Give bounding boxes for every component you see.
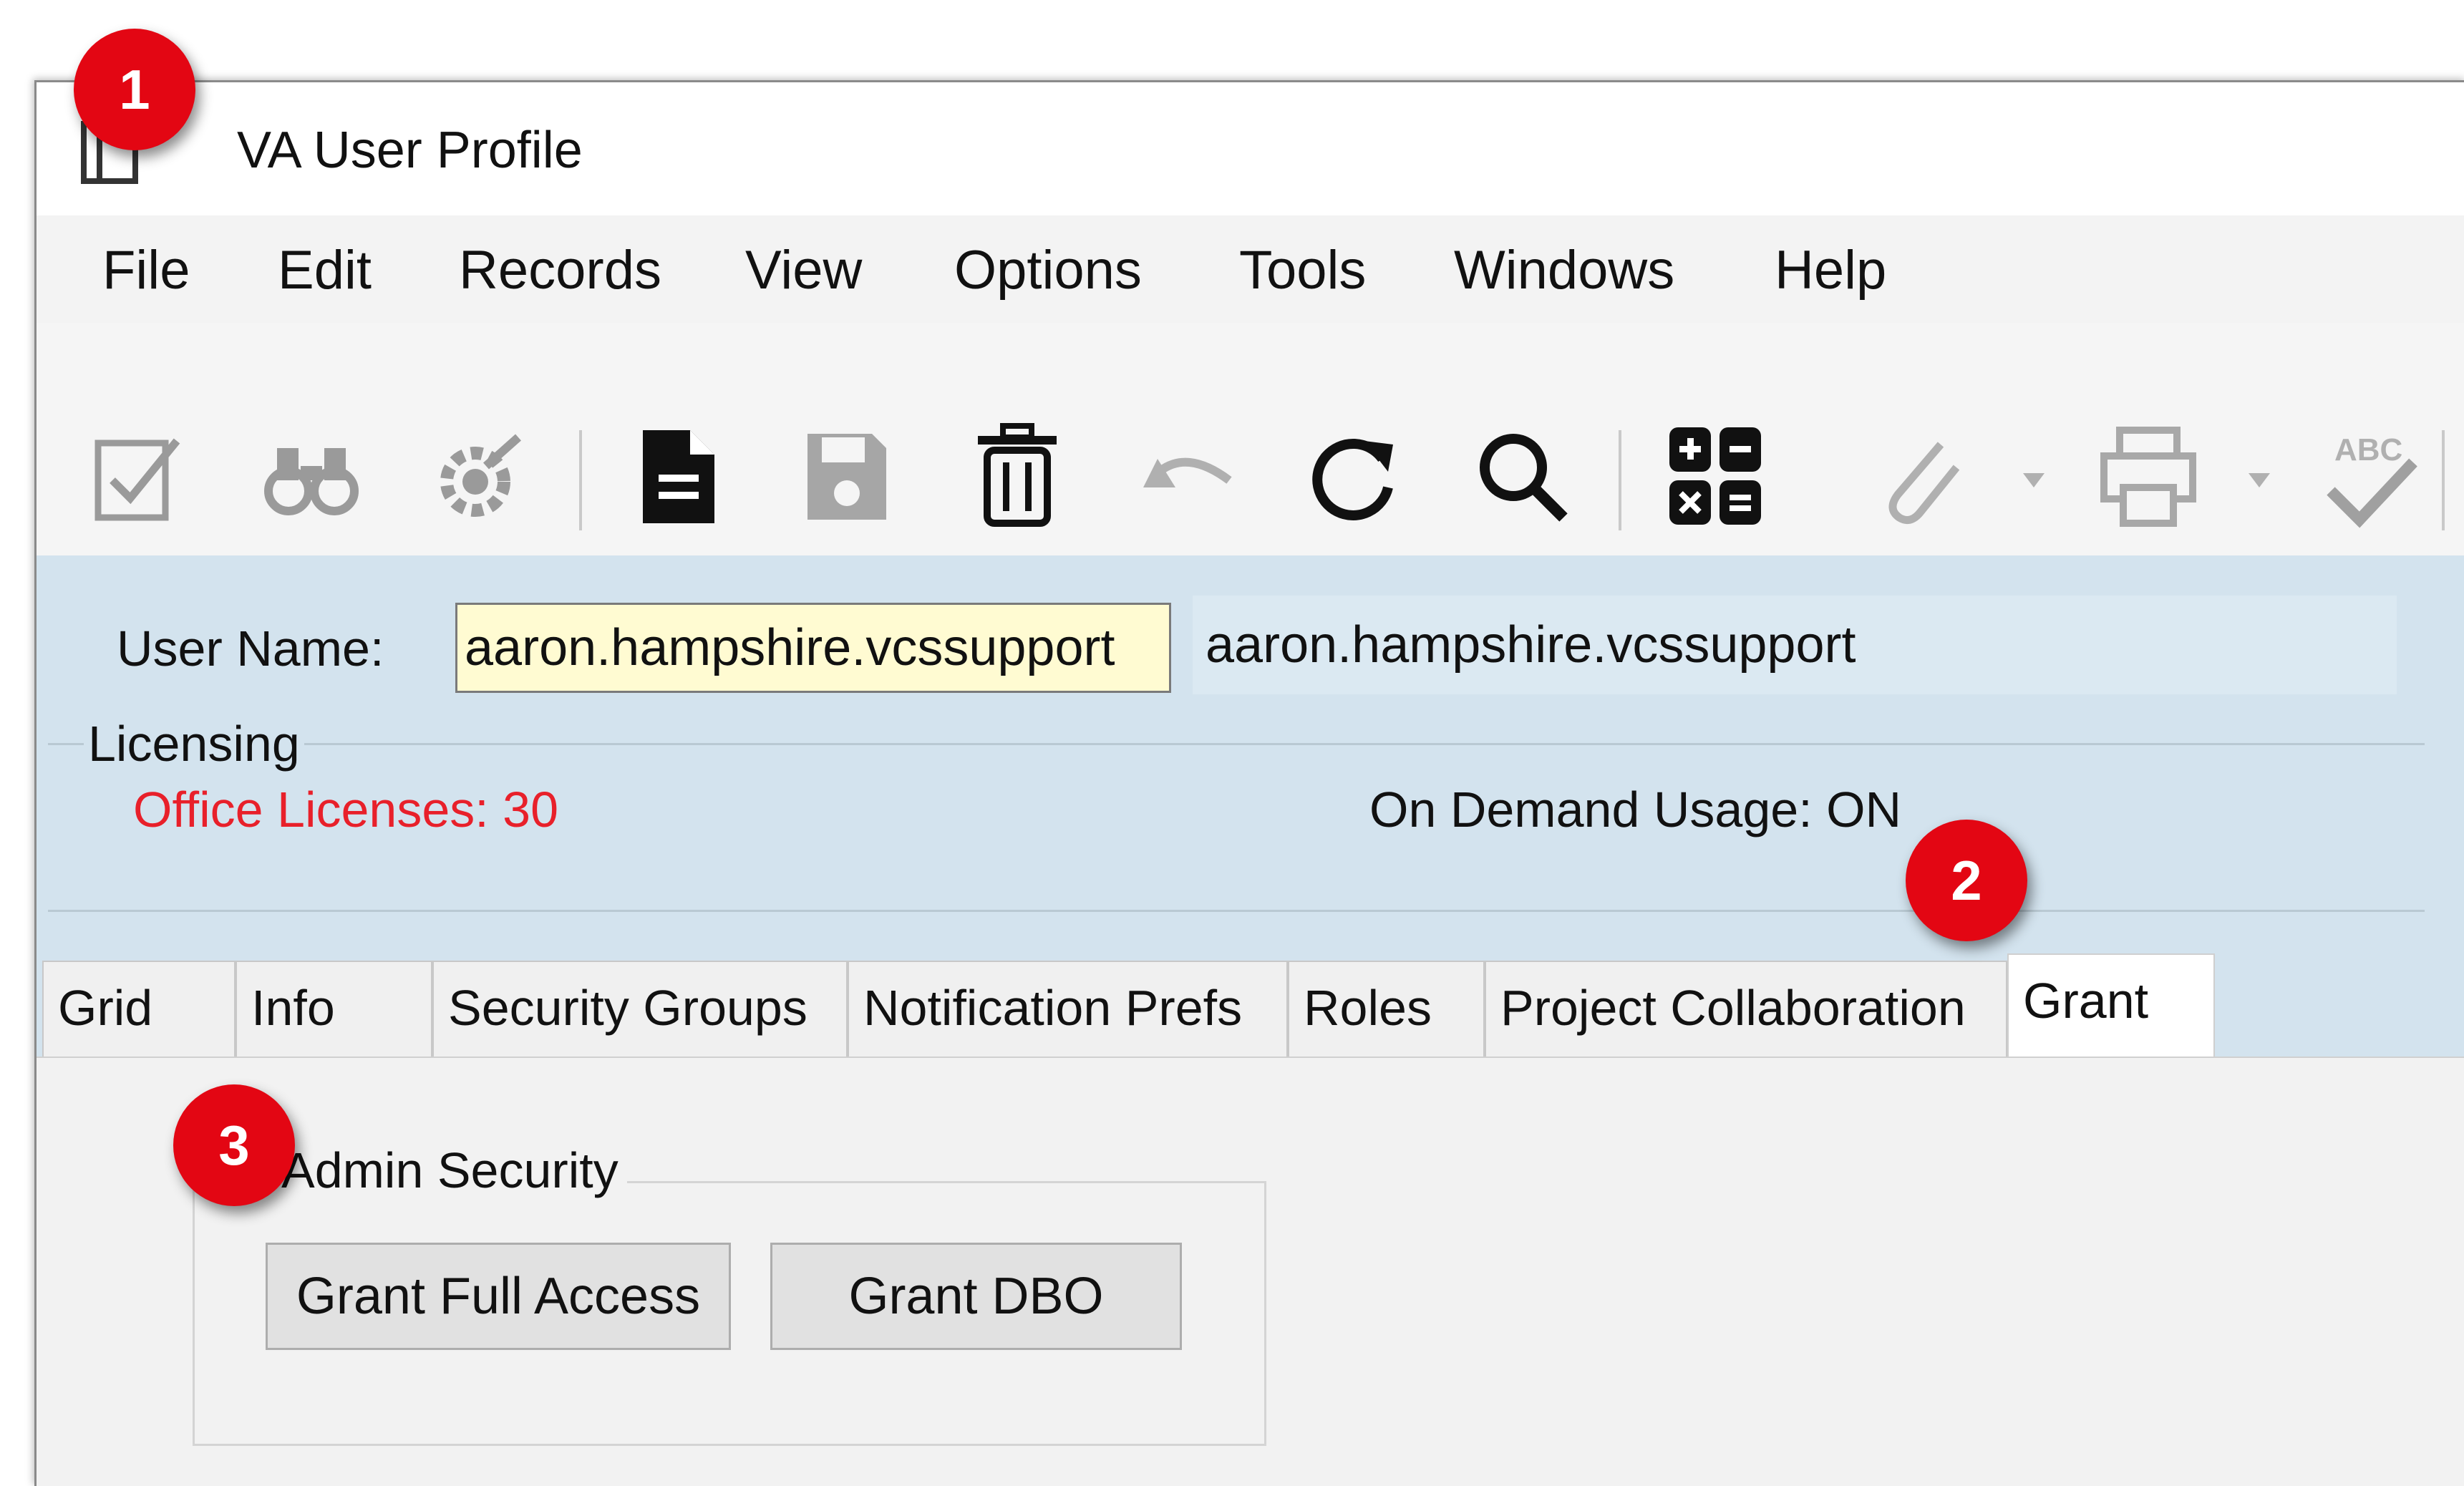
refresh-icon[interactable]: [1304, 423, 1404, 530]
tab-grant[interactable]: Grant: [2007, 953, 2215, 1057]
attachment-icon[interactable]: [1869, 423, 1969, 530]
tab-roles[interactable]: Roles: [1288, 961, 1485, 1057]
user-profile-window: VA User Profile File Edit Records View O…: [34, 80, 2464, 1486]
tab-strip: Grid Info Security Groups Notification P…: [37, 913, 2464, 1057]
tab-notification-prefs[interactable]: Notification Prefs: [848, 961, 1288, 1057]
tab-security-groups[interactable]: Security Groups: [432, 961, 848, 1057]
toolbar: ABC: [37, 323, 2464, 557]
licensing-label: Licensing: [84, 712, 304, 776]
tab-grid[interactable]: Grid: [42, 961, 236, 1057]
print-icon[interactable]: [2098, 423, 2198, 530]
callout-badge-1: 1: [74, 29, 195, 150]
attachment-dropdown-icon[interactable]: [2019, 470, 2048, 491]
username-label: User Name:: [117, 621, 384, 676]
menu-file[interactable]: File: [102, 238, 190, 303]
username-display: aaron.hampshire.vcssupport: [1193, 596, 2397, 694]
search-icon[interactable]: [1472, 423, 1572, 530]
delete-trash-icon[interactable]: [967, 423, 1067, 530]
title-bar: VA User Profile: [37, 82, 2464, 215]
print-dropdown-icon[interactable]: [2245, 470, 2274, 491]
grant-dbo-button[interactable]: Grant DBO: [770, 1243, 1182, 1350]
spellcheck-text: ABC: [2334, 432, 2402, 467]
menu-bar: File Edit Records View Options Tools Win…: [37, 215, 2464, 323]
menu-windows[interactable]: Windows: [1454, 238, 1674, 303]
calculator-icon[interactable]: [1665, 423, 1765, 530]
menu-edit[interactable]: Edit: [278, 238, 372, 303]
save-icon[interactable]: [797, 423, 897, 530]
tab-info[interactable]: Info: [236, 961, 432, 1057]
menu-view[interactable]: View: [745, 238, 862, 303]
undo-icon[interactable]: [1136, 423, 1236, 530]
user-header-panel: User Name: aaron.hampshire.vcssupport Li…: [37, 555, 2464, 915]
binoculars-icon[interactable]: [261, 423, 362, 530]
tab-project-collaboration[interactable]: Project Collaboration: [1485, 961, 2007, 1057]
menu-options[interactable]: Options: [954, 238, 1142, 303]
grant-full-access-button[interactable]: Grant Full Access: [266, 1243, 731, 1350]
settings-gear-icon[interactable]: [429, 423, 529, 530]
toolbar-separator: [579, 430, 582, 530]
callout-badge-2: 2: [1906, 820, 2027, 941]
on-demand-usage-text: On Demand Usage: ON: [1369, 782, 1902, 837]
admin-security-title: Admin Security: [273, 1138, 627, 1203]
menu-tools[interactable]: Tools: [1239, 238, 1366, 303]
username-input[interactable]: [455, 603, 1171, 693]
spellcheck-icon[interactable]: ABC: [2320, 423, 2420, 530]
grant-tab-content: Admin Security Grant Full Access Grant D…: [37, 1057, 2464, 1486]
callout-badge-3: 3: [173, 1084, 295, 1206]
edit-check-icon[interactable]: [91, 423, 191, 530]
menu-help[interactable]: Help: [1775, 238, 1886, 303]
new-document-icon[interactable]: [627, 423, 727, 530]
window-title: VA User Profile: [237, 122, 583, 179]
toolbar-separator: [1619, 430, 1621, 530]
office-licenses-text: Office Licenses: 30: [133, 782, 559, 837]
menu-records[interactable]: Records: [459, 238, 661, 303]
toolbar-separator: [2442, 430, 2445, 530]
